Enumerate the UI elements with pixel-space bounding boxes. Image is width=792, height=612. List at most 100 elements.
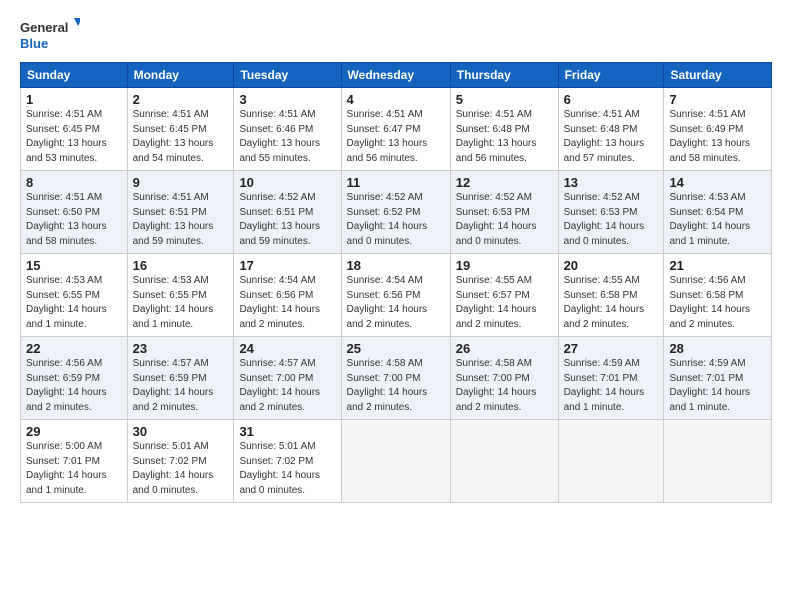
day-number: 30 bbox=[133, 424, 229, 439]
calendar-cell: 16Sunrise: 4:53 AMSunset: 6:55 PMDayligh… bbox=[127, 254, 234, 337]
day-info: Sunrise: 4:51 AMSunset: 6:45 PMDaylight:… bbox=[26, 108, 122, 166]
day-info: Sunrise: 4:56 AMSunset: 6:59 PMDaylight:… bbox=[26, 357, 122, 415]
day-number: 9 bbox=[133, 175, 229, 190]
day-info: Sunrise: 4:52 AMSunset: 6:53 PMDaylight:… bbox=[456, 191, 553, 249]
calendar-cell: 27Sunrise: 4:59 AMSunset: 7:01 PMDayligh… bbox=[558, 337, 664, 420]
day-number: 12 bbox=[456, 175, 553, 190]
day-number: 16 bbox=[133, 258, 229, 273]
calendar-cell: 17Sunrise: 4:54 AMSunset: 6:56 PMDayligh… bbox=[234, 254, 341, 337]
day-number: 21 bbox=[669, 258, 766, 273]
day-number: 26 bbox=[456, 341, 553, 356]
week-row-2: 8Sunrise: 4:51 AMSunset: 6:50 PMDaylight… bbox=[21, 171, 772, 254]
day-info: Sunrise: 4:52 AMSunset: 6:53 PMDaylight:… bbox=[564, 191, 659, 249]
calendar-cell: 31Sunrise: 5:01 AMSunset: 7:02 PMDayligh… bbox=[234, 420, 341, 503]
day-info: Sunrise: 4:55 AMSunset: 6:57 PMDaylight:… bbox=[456, 274, 553, 332]
day-number: 29 bbox=[26, 424, 122, 439]
week-row-1: 1Sunrise: 4:51 AMSunset: 6:45 PMDaylight… bbox=[21, 88, 772, 171]
calendar-cell: 25Sunrise: 4:58 AMSunset: 7:00 PMDayligh… bbox=[341, 337, 450, 420]
calendar-cell: 21Sunrise: 4:56 AMSunset: 6:58 PMDayligh… bbox=[664, 254, 772, 337]
day-info: Sunrise: 4:51 AMSunset: 6:49 PMDaylight:… bbox=[669, 108, 766, 166]
day-info: Sunrise: 4:58 AMSunset: 7:00 PMDaylight:… bbox=[456, 357, 553, 415]
day-info: Sunrise: 4:51 AMSunset: 6:48 PMDaylight:… bbox=[564, 108, 659, 166]
day-info: Sunrise: 4:55 AMSunset: 6:58 PMDaylight:… bbox=[564, 274, 659, 332]
day-number: 10 bbox=[239, 175, 335, 190]
day-info: Sunrise: 4:54 AMSunset: 6:56 PMDaylight:… bbox=[239, 274, 335, 332]
logo-svg: General Blue bbox=[20, 16, 80, 54]
day-info: Sunrise: 4:59 AMSunset: 7:01 PMDaylight:… bbox=[669, 357, 766, 415]
day-info: Sunrise: 4:56 AMSunset: 6:58 PMDaylight:… bbox=[669, 274, 766, 332]
day-number: 23 bbox=[133, 341, 229, 356]
day-info: Sunrise: 4:57 AMSunset: 6:59 PMDaylight:… bbox=[133, 357, 229, 415]
day-number: 27 bbox=[564, 341, 659, 356]
header-monday: Monday bbox=[127, 63, 234, 88]
day-number: 15 bbox=[26, 258, 122, 273]
day-number: 2 bbox=[133, 92, 229, 107]
header-wednesday: Wednesday bbox=[341, 63, 450, 88]
calendar-cell: 26Sunrise: 4:58 AMSunset: 7:00 PMDayligh… bbox=[450, 337, 558, 420]
calendar-cell: 24Sunrise: 4:57 AMSunset: 7:00 PMDayligh… bbox=[234, 337, 341, 420]
day-info: Sunrise: 4:51 AMSunset: 6:48 PMDaylight:… bbox=[456, 108, 553, 166]
page: General Blue SundayMondayTuesdayWednesda… bbox=[0, 0, 792, 513]
header-thursday: Thursday bbox=[450, 63, 558, 88]
header-friday: Friday bbox=[558, 63, 664, 88]
calendar-cell: 1Sunrise: 4:51 AMSunset: 6:45 PMDaylight… bbox=[21, 88, 128, 171]
day-info: Sunrise: 5:00 AMSunset: 7:01 PMDaylight:… bbox=[26, 440, 122, 498]
calendar-cell bbox=[341, 420, 450, 503]
day-info: Sunrise: 4:53 AMSunset: 6:55 PMDaylight:… bbox=[133, 274, 229, 332]
week-row-3: 15Sunrise: 4:53 AMSunset: 6:55 PMDayligh… bbox=[21, 254, 772, 337]
header-sunday: Sunday bbox=[21, 63, 128, 88]
day-number: 24 bbox=[239, 341, 335, 356]
calendar-cell: 13Sunrise: 4:52 AMSunset: 6:53 PMDayligh… bbox=[558, 171, 664, 254]
calendar-cell: 28Sunrise: 4:59 AMSunset: 7:01 PMDayligh… bbox=[664, 337, 772, 420]
week-row-5: 29Sunrise: 5:00 AMSunset: 7:01 PMDayligh… bbox=[21, 420, 772, 503]
calendar-table: SundayMondayTuesdayWednesdayThursdayFrid… bbox=[20, 62, 772, 503]
calendar-cell: 18Sunrise: 4:54 AMSunset: 6:56 PMDayligh… bbox=[341, 254, 450, 337]
day-number: 6 bbox=[564, 92, 659, 107]
day-number: 14 bbox=[669, 175, 766, 190]
day-info: Sunrise: 5:01 AMSunset: 7:02 PMDaylight:… bbox=[133, 440, 229, 498]
calendar-cell: 3Sunrise: 4:51 AMSunset: 6:46 PMDaylight… bbox=[234, 88, 341, 171]
calendar-cell bbox=[664, 420, 772, 503]
calendar-cell: 5Sunrise: 4:51 AMSunset: 6:48 PMDaylight… bbox=[450, 88, 558, 171]
day-number: 11 bbox=[347, 175, 445, 190]
day-info: Sunrise: 4:53 AMSunset: 6:54 PMDaylight:… bbox=[669, 191, 766, 249]
day-number: 31 bbox=[239, 424, 335, 439]
day-number: 25 bbox=[347, 341, 445, 356]
header-saturday: Saturday bbox=[664, 63, 772, 88]
day-number: 4 bbox=[347, 92, 445, 107]
day-number: 1 bbox=[26, 92, 122, 107]
calendar-cell: 2Sunrise: 4:51 AMSunset: 6:45 PMDaylight… bbox=[127, 88, 234, 171]
calendar-cell: 12Sunrise: 4:52 AMSunset: 6:53 PMDayligh… bbox=[450, 171, 558, 254]
day-number: 5 bbox=[456, 92, 553, 107]
calendar-cell: 10Sunrise: 4:52 AMSunset: 6:51 PMDayligh… bbox=[234, 171, 341, 254]
week-row-4: 22Sunrise: 4:56 AMSunset: 6:59 PMDayligh… bbox=[21, 337, 772, 420]
calendar-cell: 6Sunrise: 4:51 AMSunset: 6:48 PMDaylight… bbox=[558, 88, 664, 171]
calendar-cell bbox=[558, 420, 664, 503]
logo: General Blue bbox=[20, 16, 80, 54]
day-number: 20 bbox=[564, 258, 659, 273]
day-number: 28 bbox=[669, 341, 766, 356]
day-info: Sunrise: 4:54 AMSunset: 6:56 PMDaylight:… bbox=[347, 274, 445, 332]
day-info: Sunrise: 4:52 AMSunset: 6:51 PMDaylight:… bbox=[239, 191, 335, 249]
calendar-cell: 29Sunrise: 5:00 AMSunset: 7:01 PMDayligh… bbox=[21, 420, 128, 503]
calendar-cell: 15Sunrise: 4:53 AMSunset: 6:55 PMDayligh… bbox=[21, 254, 128, 337]
calendar-cell: 19Sunrise: 4:55 AMSunset: 6:57 PMDayligh… bbox=[450, 254, 558, 337]
header-tuesday: Tuesday bbox=[234, 63, 341, 88]
calendar-cell: 8Sunrise: 4:51 AMSunset: 6:50 PMDaylight… bbox=[21, 171, 128, 254]
calendar-cell: 9Sunrise: 4:51 AMSunset: 6:51 PMDaylight… bbox=[127, 171, 234, 254]
calendar-cell: 30Sunrise: 5:01 AMSunset: 7:02 PMDayligh… bbox=[127, 420, 234, 503]
calendar-header-row: SundayMondayTuesdayWednesdayThursdayFrid… bbox=[21, 63, 772, 88]
calendar-cell: 22Sunrise: 4:56 AMSunset: 6:59 PMDayligh… bbox=[21, 337, 128, 420]
day-number: 19 bbox=[456, 258, 553, 273]
calendar-cell bbox=[450, 420, 558, 503]
day-info: Sunrise: 4:51 AMSunset: 6:50 PMDaylight:… bbox=[26, 191, 122, 249]
calendar-cell: 11Sunrise: 4:52 AMSunset: 6:52 PMDayligh… bbox=[341, 171, 450, 254]
day-number: 8 bbox=[26, 175, 122, 190]
day-info: Sunrise: 4:51 AMSunset: 6:46 PMDaylight:… bbox=[239, 108, 335, 166]
day-number: 17 bbox=[239, 258, 335, 273]
day-info: Sunrise: 4:53 AMSunset: 6:55 PMDaylight:… bbox=[26, 274, 122, 332]
day-number: 13 bbox=[564, 175, 659, 190]
day-info: Sunrise: 5:01 AMSunset: 7:02 PMDaylight:… bbox=[239, 440, 335, 498]
day-number: 3 bbox=[239, 92, 335, 107]
calendar-cell: 20Sunrise: 4:55 AMSunset: 6:58 PMDayligh… bbox=[558, 254, 664, 337]
